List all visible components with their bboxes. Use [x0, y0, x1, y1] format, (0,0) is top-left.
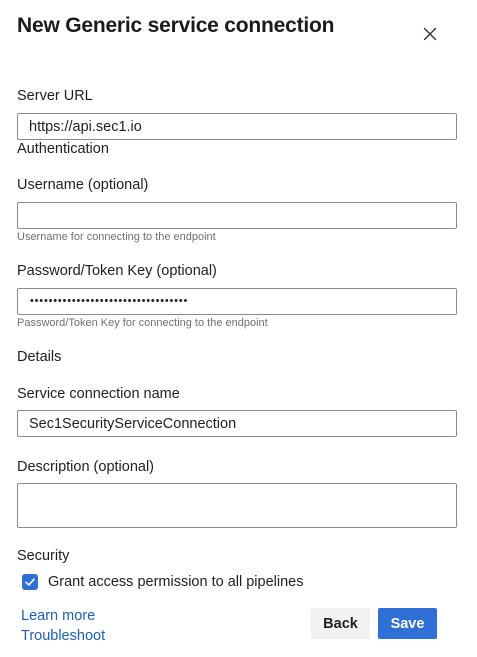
username-input[interactable] [17, 202, 457, 229]
troubleshoot-link[interactable]: Troubleshoot [21, 628, 105, 644]
description-input[interactable] [17, 483, 457, 528]
back-button[interactable]: Back [311, 608, 370, 639]
checkmark-icon [25, 578, 35, 586]
server-url-input[interactable] [17, 113, 457, 140]
close-icon [423, 27, 437, 41]
server-url-label: Server URL [17, 88, 93, 104]
security-heading: Security [17, 548, 70, 564]
authentication-heading: Authentication [17, 141, 109, 157]
description-label: Description (optional) [17, 459, 155, 475]
grant-access-label[interactable]: Grant access permission to all pipelines [48, 574, 303, 590]
password-masked-value: •••••••••••••••••••••••••••••••••• [30, 295, 189, 307]
grant-access-checkbox[interactable] [22, 574, 38, 590]
username-label: Username (optional) [17, 177, 149, 193]
username-hint: Username for connecting to the endpoint [17, 231, 216, 243]
close-button[interactable] [418, 22, 442, 46]
dialog-title: New Generic service connection [17, 14, 335, 37]
password-hint: Password/Token Key for connecting to the… [17, 317, 268, 329]
password-label: Password/Token Key (optional) [17, 263, 217, 279]
connection-name-input[interactable] [17, 410, 457, 437]
password-input[interactable]: •••••••••••••••••••••••••••••••••• [17, 288, 457, 315]
details-heading: Details [17, 349, 62, 365]
connection-name-label: Service connection name [17, 386, 180, 402]
save-button[interactable]: Save [378, 608, 437, 639]
learn-more-link[interactable]: Learn more [21, 608, 95, 624]
service-connection-dialog: New Generic service connection Server UR… [0, 0, 477, 657]
